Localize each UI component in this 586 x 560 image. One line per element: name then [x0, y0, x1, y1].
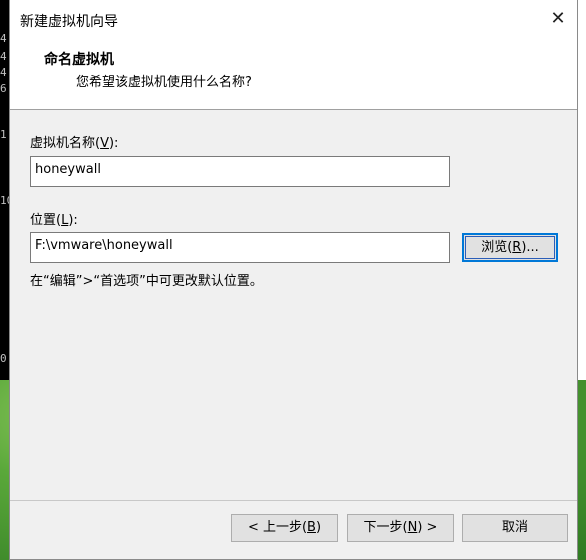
- console-line: 6: [0, 82, 7, 95]
- console-line: 4: [0, 50, 7, 63]
- page-subtitle: 您希望该虚拟机使用什么名称?: [76, 75, 252, 90]
- footer-divider: [10, 500, 577, 501]
- title-bar[interactable]: 新建虚拟机向导 ✕: [10, 0, 577, 40]
- page-title: 命名虚拟机: [44, 52, 114, 68]
- new-vm-wizard-dialog: 新建虚拟机向导 ✕ 命名虚拟机 您希望该虚拟机使用什么名称? 虚拟机名称(V):…: [9, 0, 578, 560]
- next-button[interactable]: 下一步(N) >: [347, 514, 454, 542]
- cancel-button[interactable]: 取消: [462, 514, 568, 542]
- location-input[interactable]: F:\vmware\honeywall: [30, 232, 450, 263]
- vm-name-input[interactable]: honeywall: [30, 156, 450, 187]
- default-location-hint: 在“编辑”>“首选项”中可更改默认位置。: [30, 274, 263, 289]
- window-title: 新建虚拟机向导: [20, 14, 118, 30]
- vm-name-label: 虚拟机名称(V):: [30, 136, 119, 151]
- back-button[interactable]: < 上一步(B): [231, 514, 338, 542]
- console-line: 4: [0, 32, 7, 45]
- browse-button[interactable]: 浏览(R)...: [462, 233, 558, 262]
- console-line: 1: [0, 128, 7, 141]
- close-icon[interactable]: ✕: [549, 9, 567, 29]
- console-line: 0: [0, 352, 7, 365]
- wizard-header: 命名虚拟机 您希望该虚拟机使用什么名称?: [10, 40, 577, 110]
- location-label: 位置(L):: [30, 213, 78, 228]
- console-line: 4: [0, 66, 7, 79]
